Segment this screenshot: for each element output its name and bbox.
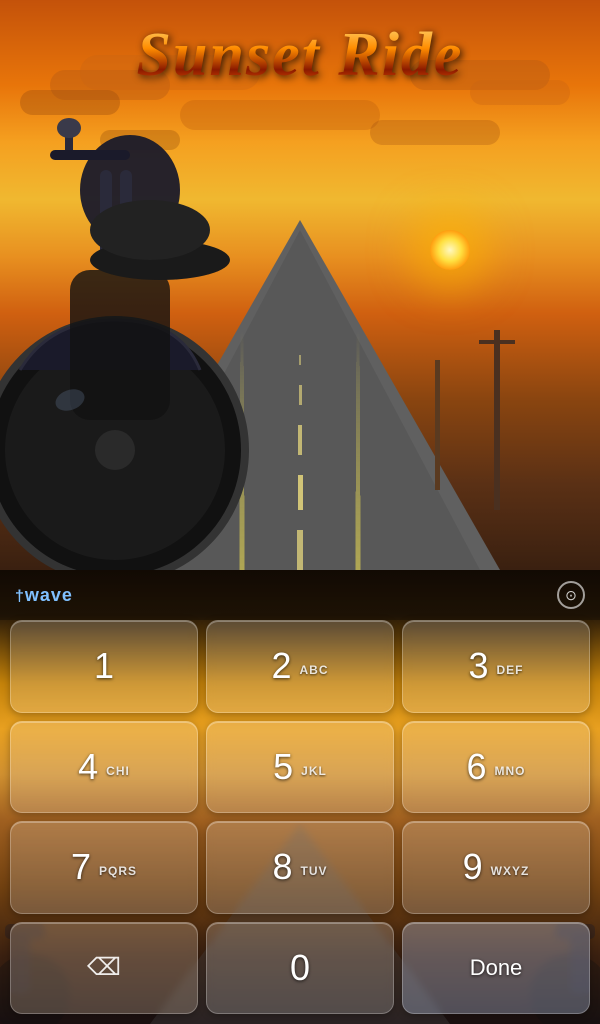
key-6-letters: MNO — [495, 764, 526, 788]
backspace-icon: ⌫ — [87, 953, 121, 982]
key-1[interactable]: 1 — [10, 620, 198, 713]
key-5-letters: JKL — [301, 764, 327, 788]
key-8-number: 8 — [272, 846, 292, 888]
key-9-number: 9 — [463, 846, 483, 888]
wave-toolbar: †wave ⊙ — [0, 570, 600, 620]
key-2[interactable]: 2 ABC — [206, 620, 394, 713]
key-5-number: 5 — [273, 746, 293, 788]
motorcycle-silhouette — [0, 70, 290, 570]
done-button[interactable]: Done — [402, 922, 590, 1015]
key-7-letters: PQRS — [99, 864, 137, 888]
key-6[interactable]: 6 MNO — [402, 721, 590, 814]
key-3-number: 3 — [468, 645, 488, 687]
wave-logo: †wave — [15, 585, 73, 606]
key-7[interactable]: 7 PQRS — [10, 821, 198, 914]
key-8-letters: TUV — [301, 864, 328, 888]
power-pole-right — [494, 330, 500, 510]
key-4-letters: CHI — [106, 764, 130, 788]
key-4[interactable]: 4 CHI — [10, 721, 198, 814]
key-9[interactable]: 9 WXYZ — [402, 821, 590, 914]
key-0[interactable]: 0 — [206, 922, 394, 1015]
app-title: Sunset Ride — [0, 20, 600, 91]
sun — [430, 230, 470, 270]
wave-star-icon: † — [15, 588, 25, 605]
wave-logo-text: wave — [25, 585, 73, 605]
key-2-letters: ABC — [300, 663, 329, 687]
settings-button[interactable]: ⊙ — [557, 581, 585, 609]
backspace-button[interactable]: ⌫ — [10, 922, 198, 1015]
numeric-keypad: 1 2 ABC 3 DEF 4 CHI 5 JKL — [10, 620, 590, 1014]
key-8[interactable]: 8 TUV — [206, 821, 394, 914]
done-label: Done — [470, 955, 523, 981]
key-5[interactable]: 5 JKL — [206, 721, 394, 814]
key-3-letters: DEF — [497, 663, 524, 687]
key-3[interactable]: 3 DEF — [402, 620, 590, 713]
key-2-number: 2 — [271, 645, 291, 687]
key-1-number: 1 — [94, 645, 114, 687]
hero-image: Sunset Ride — [0, 0, 600, 570]
road-lines — [298, 270, 302, 570]
key-6-number: 6 — [466, 746, 486, 788]
key-0-number: 0 — [290, 947, 310, 989]
key-4-number: 4 — [78, 746, 98, 788]
key-9-letters: WXYZ — [491, 864, 530, 888]
key-7-number: 7 — [71, 846, 91, 888]
keyboard-section: †wave ⊙ 1 2 ABC 3 DEF 4 CHI — [0, 570, 600, 1024]
power-pole-right2 — [435, 360, 440, 490]
